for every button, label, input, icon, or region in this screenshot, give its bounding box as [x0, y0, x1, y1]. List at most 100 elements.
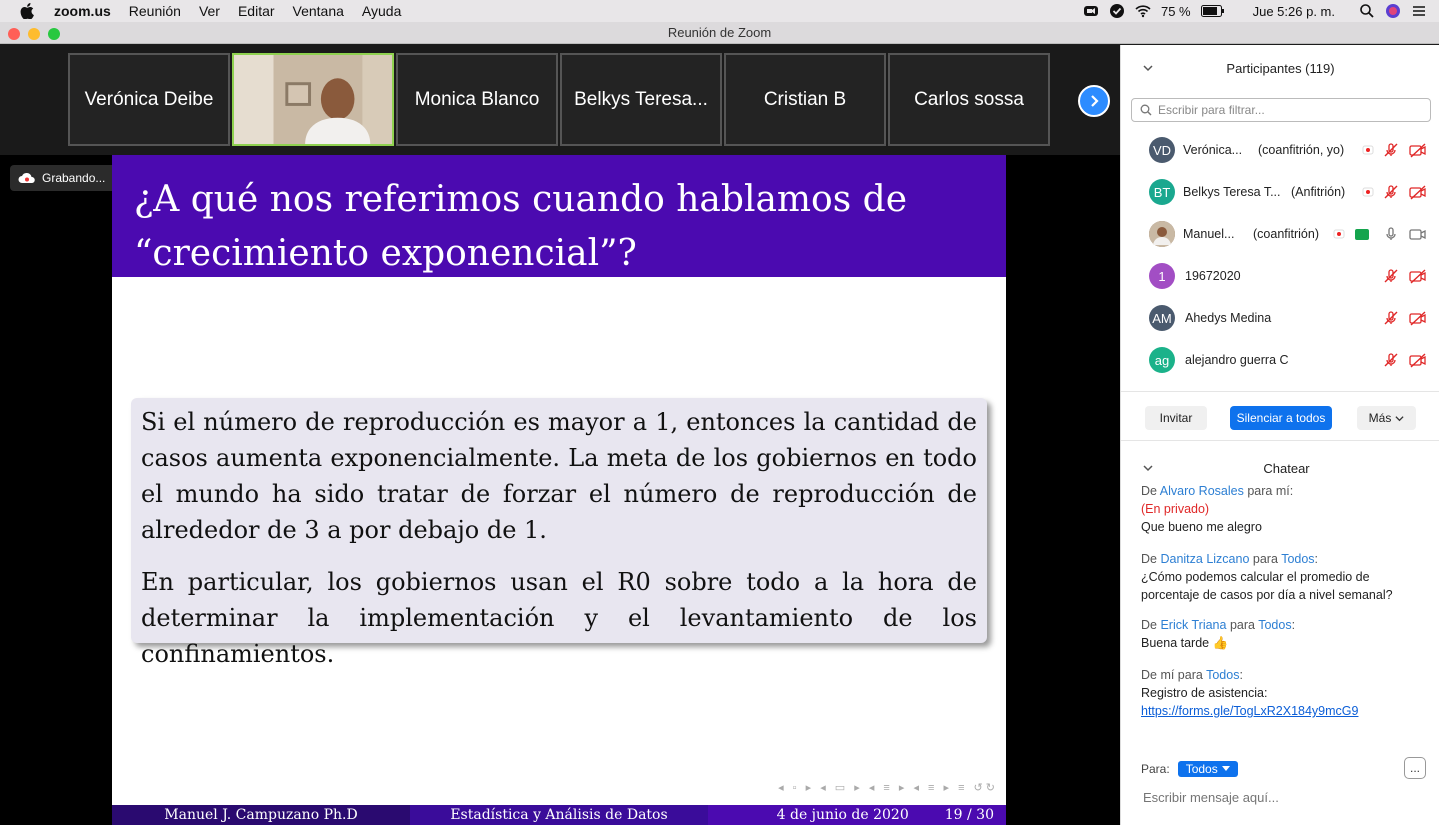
speaker-video-feed — [234, 55, 392, 144]
chevron-down-icon — [1395, 415, 1404, 421]
chat-recipient[interactable]: Todos — [1206, 668, 1239, 682]
maximize-window-button[interactable] — [48, 28, 60, 40]
camera-off-icon[interactable] — [1409, 268, 1427, 284]
battery-icon[interactable] — [1200, 3, 1225, 19]
participant-row[interactable]: ag alejandro guerra C — [1121, 339, 1439, 381]
clock[interactable]: Jue 5:26 p. m. — [1253, 4, 1335, 19]
caret-down-icon — [1221, 766, 1230, 771]
mute-all-button[interactable]: Silenciar a todos — [1230, 406, 1332, 430]
spotlight-search-icon[interactable] — [1359, 3, 1375, 19]
participant-filter-input[interactable]: Escribir para filtrar... — [1131, 98, 1431, 122]
gallery-strip: Verónica Deibe Monica Blanco Belkys Tere… — [0, 45, 1120, 155]
mic-muted-icon[interactable] — [1383, 268, 1399, 284]
camera-icon[interactable] — [1409, 226, 1427, 242]
chat-prefix: De mí para — [1141, 668, 1203, 682]
recording-label: Grabando... — [42, 171, 106, 185]
chat-sender[interactable]: Erick Triana — [1160, 618, 1226, 632]
chat-recipient-text: para — [1229, 618, 1255, 632]
active-speaker-tile[interactable] — [232, 53, 394, 146]
meeting-video-area: Verónica Deibe Monica Blanco Belkys Tere… — [0, 45, 1120, 825]
chat-recipient[interactable]: Todos — [1281, 552, 1314, 566]
mic-muted-icon[interactable] — [1383, 352, 1399, 368]
control-center-icon[interactable] — [1411, 3, 1427, 19]
chat-message-header: De mí para Todos: — [1141, 668, 1243, 682]
chat-message: De Danitza Lizcano para Todos: ¿Cómo pod… — [1141, 550, 1426, 604]
chat-recipient-text: para mí: — [1247, 485, 1294, 498]
participant-tile[interactable]: Carlos sossa — [888, 53, 1050, 146]
tile-name: Carlos sossa — [914, 88, 1024, 110]
avatar: 1 — [1149, 263, 1175, 289]
participant-tile[interactable]: Cristian B — [724, 53, 886, 146]
mic-muted-icon[interactable] — [1383, 184, 1399, 200]
menu-ventana[interactable]: Ventana — [293, 3, 344, 19]
chat-more-button[interactable]: ... — [1404, 757, 1426, 779]
chat-message-header: De Danitza Lizcano para Todos: — [1141, 552, 1319, 566]
chat-message: De Erick Triana para Todos: Buena tarde … — [1141, 616, 1426, 652]
recording-dot-icon — [1362, 187, 1374, 197]
participant-row[interactable]: AM Ahedys Medina — [1121, 297, 1439, 339]
avatar-photo — [1149, 221, 1175, 247]
chat-text: Buena tarde 👍 — [1141, 636, 1229, 650]
tile-name: Verónica Deibe — [84, 88, 214, 110]
recording-indicator[interactable]: Grabando... — [10, 165, 118, 191]
chat-text-label: Registro de asistencia: — [1141, 686, 1268, 700]
minimize-window-button[interactable] — [28, 28, 40, 40]
menu-reunion[interactable]: Reunión — [129, 3, 181, 19]
chat-sender[interactable]: Danitza Lizcano — [1160, 552, 1249, 566]
next-page-button[interactable] — [1078, 85, 1110, 117]
camera-off-icon[interactable] — [1409, 142, 1427, 158]
cloud-recording-icon — [18, 172, 35, 183]
mic-icon[interactable] — [1383, 226, 1399, 242]
battery-percent: 75 % — [1160, 3, 1191, 19]
more-button[interactable]: Más — [1357, 406, 1416, 430]
chat-message-input[interactable] — [1143, 790, 1423, 805]
participant-role: (coanfitrión, yo) — [1258, 143, 1345, 157]
check-icon[interactable] — [1109, 3, 1125, 19]
chat-text: Que bueno me alegro — [1141, 520, 1262, 534]
close-window-button[interactable] — [8, 28, 20, 40]
menu-app[interactable]: zoom.us — [54, 3, 111, 19]
shared-slide: ¿A qué nos referimos cuando hablamos de … — [112, 155, 1006, 825]
beamer-navigation-icons[interactable]: ◂ ▫ ▸ ◂ ▭ ▸ ◂ ≡ ▸ ◂ ≡ ▸ ≡ ↺↻ — [778, 781, 998, 794]
slide-title-line: “crecimiento exponencial”? — [134, 233, 637, 274]
menubar: zoom.us Reunión Ver Editar Ventana Ayuda… — [0, 0, 1439, 22]
participant-list: VD Verónica... (coanfitrión, yo) BT Belk… — [1121, 129, 1439, 391]
footer-author: Manuel J. Campuzano Ph.D — [112, 805, 410, 825]
participant-tile[interactable]: Verónica Deibe — [68, 53, 230, 146]
chat-messages: De Alvaro Rosales para mí: (En privado) … — [1121, 485, 1439, 745]
participant-row[interactable]: Manuel... (coanfitrión) — [1121, 213, 1439, 255]
chat-recipient[interactable]: Todos — [1258, 618, 1291, 632]
chat-link[interactable]: https://forms.gle/TogLxR2X184y9mcG9 — [1141, 704, 1358, 718]
chat-recipient-selector: Para: Todos — [1141, 761, 1238, 777]
siri-icon[interactable] — [1385, 3, 1401, 19]
slide-text-block: Si el número de reproducción es mayor a … — [131, 398, 987, 668]
wifi-icon[interactable] — [1135, 3, 1151, 19]
recipient-value: Todos — [1185, 762, 1218, 776]
menu-editar[interactable]: Editar — [238, 3, 275, 19]
participant-row[interactable]: 1 19672020 — [1121, 255, 1439, 297]
invite-button[interactable]: Invitar — [1145, 406, 1207, 430]
recipient-dropdown[interactable]: Todos — [1177, 761, 1238, 777]
mic-muted-icon[interactable] — [1383, 142, 1399, 158]
camera-off-icon[interactable] — [1409, 184, 1427, 200]
mic-muted-icon[interactable] — [1383, 310, 1399, 326]
participant-tile[interactable]: Belkys Teresa... — [560, 53, 722, 146]
menu-ayuda[interactable]: Ayuda — [362, 3, 401, 19]
footer-date: 4 de junio de 2020 — [776, 807, 909, 823]
zoom-video-icon[interactable] — [1083, 3, 1099, 19]
slide-paragraph: Si el número de reproducción es mayor a … — [141, 408, 977, 544]
participant-name: alejandro guerra C — [1185, 353, 1289, 367]
menu-ver[interactable]: Ver — [199, 3, 220, 19]
chat-sender[interactable]: Alvaro Rosales — [1160, 485, 1244, 498]
participant-name: Belkys Teresa T... — [1183, 185, 1281, 199]
camera-off-icon[interactable] — [1409, 352, 1427, 368]
camera-off-icon[interactable] — [1409, 310, 1427, 326]
participant-tile[interactable]: Monica Blanco — [396, 53, 558, 146]
tile-name: Monica Blanco — [414, 88, 540, 110]
apple-icon[interactable] — [20, 3, 34, 19]
avatar — [1149, 221, 1175, 247]
tile-name: Belkys Teresa... — [574, 88, 708, 110]
side-panel: Participantes (119) Escribir para filtra… — [1120, 45, 1439, 825]
participant-row[interactable]: VD Verónica... (coanfitrión, yo) — [1121, 129, 1439, 171]
participant-row[interactable]: BT Belkys Teresa T... (Anfitrión) — [1121, 171, 1439, 213]
